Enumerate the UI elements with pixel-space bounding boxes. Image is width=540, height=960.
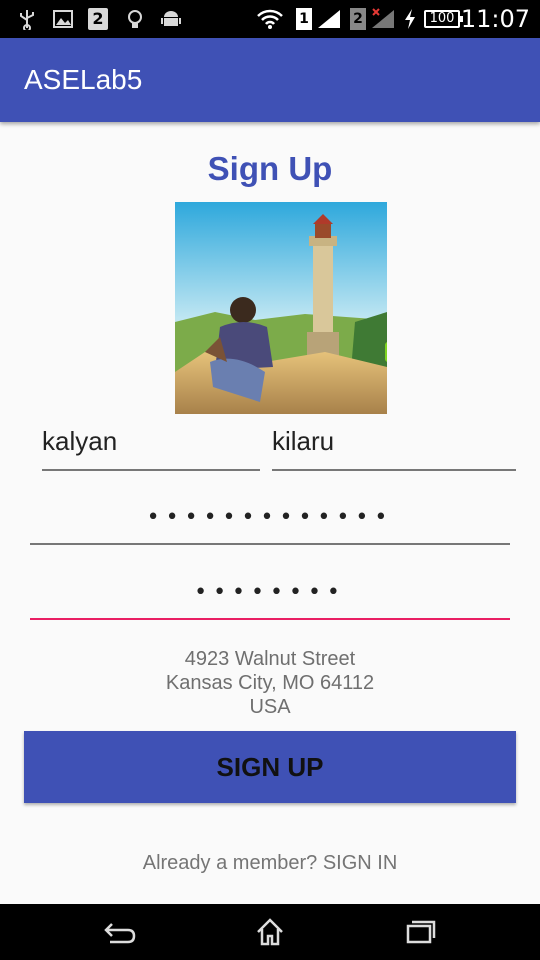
wifi-icon <box>257 9 283 29</box>
app-bar: ASELab5 <box>0 38 540 122</box>
navigation-bar <box>0 904 540 960</box>
clock: 11:07 <box>460 5 530 33</box>
home-icon[interactable] <box>250 916 290 948</box>
confirm-password-field[interactable] <box>30 580 510 620</box>
address-block: 4923 Walnut Street Kansas City, MO 64112… <box>0 647 540 719</box>
address-line1: 4923 Walnut Street <box>184 648 356 670</box>
recents-icon[interactable] <box>400 916 440 948</box>
page-title: Sign Up <box>207 150 333 187</box>
app-title: ASELab5 <box>24 64 143 95</box>
last-name-field[interactable] <box>272 426 516 471</box>
usb-icon <box>20 10 34 30</box>
confirm-password-input[interactable] <box>30 580 510 605</box>
image-icon <box>53 10 73 28</box>
notification-2-icon: 2 <box>88 8 108 30</box>
sign-up-button[interactable]: SIGN UP <box>24 731 516 803</box>
sim2-label: 2 <box>350 8 366 30</box>
battery-icon: 100 <box>424 10 463 28</box>
android-icon <box>161 11 181 26</box>
password-field[interactable] <box>30 505 510 545</box>
status-bar: 2 1 2 100 11:07 <box>0 0 540 38</box>
sim1-label: 1 <box>296 8 312 30</box>
last-name-input[interactable] <box>272 426 516 457</box>
back-icon[interactable] <box>100 916 140 948</box>
signal-sim1-icon <box>318 10 340 28</box>
address-line3: USA <box>249 696 291 718</box>
signal-sim2-icon <box>372 8 394 28</box>
password-input[interactable] <box>30 505 510 530</box>
first-name-field[interactable] <box>42 426 260 471</box>
profile-photo-image <box>175 202 387 414</box>
first-name-input[interactable] <box>42 426 260 457</box>
sign-in-link[interactable]: Already a member? SIGN IN <box>0 852 540 875</box>
profile-photo[interactable] <box>175 202 387 414</box>
lightbulb-icon <box>128 10 142 28</box>
address-line2: Kansas City, MO 64112 <box>165 672 375 694</box>
charging-icon <box>405 9 415 29</box>
